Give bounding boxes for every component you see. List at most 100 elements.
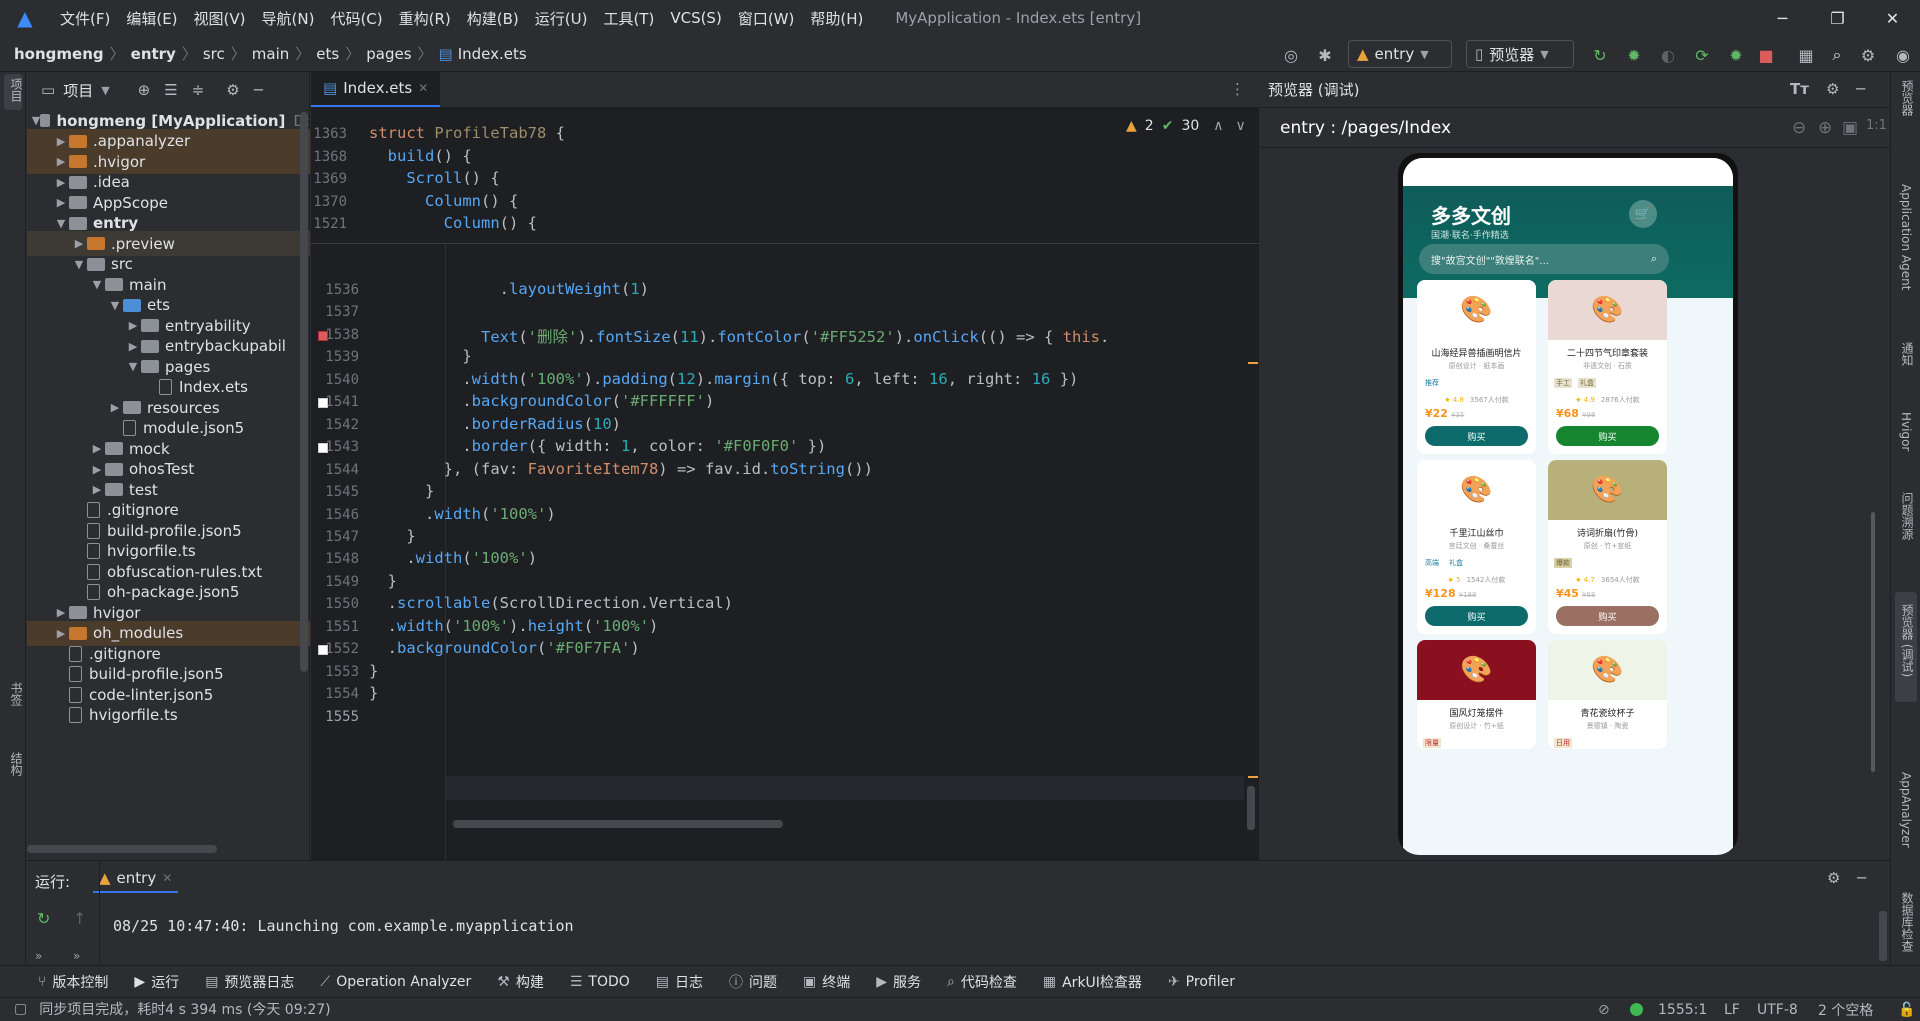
account-icon[interactable]: ◉ <box>1892 44 1914 66</box>
chevron-right-icon[interactable]: ▶ <box>89 463 105 476</box>
target-icon[interactable]: ◎ <box>1280 44 1302 66</box>
no-mode-icon[interactable]: ⊘ <box>1598 998 1610 1021</box>
code-line[interactable]: } <box>369 572 397 590</box>
tool-terminal[interactable]: ▣ 终端 <box>803 972 850 992</box>
sticky-code-line[interactable]: Scroll() { <box>369 169 499 187</box>
breadcrumb-item[interactable]: src <box>203 45 225 63</box>
settings-gear-icon[interactable]: ⚙ <box>1827 869 1840 887</box>
tool-log[interactable]: ▤ 日志 <box>656 972 703 992</box>
more-tabs-icon[interactable]: ⋮ <box>1230 80 1245 98</box>
menu-refactor[interactable]: 重构(R) <box>391 8 459 29</box>
code-line[interactable]: .layoutWeight(1) <box>369 280 649 298</box>
tool-run[interactable]: ▶ 运行 <box>134 972 179 992</box>
locate-icon[interactable]: ⊕ <box>138 81 151 99</box>
code-line[interactable]: .width('100%') <box>369 549 537 567</box>
chevron-right-icon[interactable]: ▶ <box>125 340 141 353</box>
project-panel-title[interactable]: 项目 <box>63 80 93 101</box>
tool-previewer-debug[interactable]: 预览器 (调试) <box>1899 604 1916 677</box>
arrow-up-icon[interactable]: ↑ <box>73 909 86 928</box>
color-swatch-icon[interactable] <box>318 398 328 409</box>
menu-build[interactable]: 构建(B) <box>459 8 527 29</box>
code-line[interactable]: .width('100%').padding(12).margin({ top:… <box>369 370 1078 388</box>
chevron-right-icon[interactable]: ▶ <box>53 606 69 619</box>
fit-screen-icon[interactable]: ▣ <box>1842 118 1858 138</box>
tool-code-inspection[interactable]: ⌕ 代码检查 <box>947 972 1017 992</box>
settings-gear-icon[interactable]: ⚙ <box>1826 80 1839 98</box>
attach-debugger-icon[interactable]: ✹ <box>1725 44 1747 66</box>
sticky-code-line[interactable]: Column() { <box>369 192 518 210</box>
previewer-scrollbar[interactable] <box>1871 512 1875 772</box>
breadcrumb-item[interactable]: main <box>252 45 289 63</box>
breadcrumb-item[interactable]: entry <box>131 45 176 63</box>
hide-panel-icon[interactable]: ─ <box>254 81 263 99</box>
sticky-code-line[interactable]: Column() { <box>369 214 537 232</box>
menu-run[interactable]: 运行(U) <box>527 8 596 29</box>
code-line[interactable]: } <box>369 527 415 545</box>
menu-tools[interactable]: 工具(T) <box>595 8 662 29</box>
chevron-right-icon[interactable]: ▶ <box>107 401 123 414</box>
close-window-button[interactable]: ✕ <box>1865 0 1920 36</box>
tool-problems[interactable]: ⓘ 问题 <box>729 972 777 992</box>
tool-build[interactable]: ⚒ 构建 <box>497 972 544 992</box>
structure-tool-label[interactable]: 结构 <box>8 752 25 776</box>
tool-operation-analyzer[interactable]: ⟋ Operation Analyzer <box>320 974 471 990</box>
tab-index-ets[interactable]: ▤ Index.ets ✕ <box>311 71 441 107</box>
breadcrumb-item[interactable]: hongmeng <box>14 45 104 63</box>
expand-all-icon[interactable]: ☰ <box>164 81 177 99</box>
collapse-all-icon[interactable]: ≑ <box>192 81 205 99</box>
bookmarks-tool-label[interactable]: 书签 <box>8 682 25 706</box>
tool-problem-trace[interactable]: 问题溯源 <box>1899 492 1916 540</box>
maximize-button[interactable]: ❐ <box>1810 0 1865 36</box>
product-card[interactable]: 🎨 国风灯笼摆件 原创设计 · 竹+纸 限量 <box>1417 640 1536 749</box>
code-line[interactable]: Text('删除').fontSize(11).fontColor('#FF52… <box>369 325 1109 347</box>
menu-edit[interactable]: 编辑(E) <box>118 8 185 29</box>
caret-position[interactable]: 1555:1 <box>1658 998 1707 1021</box>
actual-size-icon[interactable]: 1:1 <box>1866 118 1887 133</box>
rerun-icon[interactable]: ↻ <box>1589 44 1611 66</box>
product-card[interactable]: 🎨 诗词折扇(竹骨) 原创 · 竹+宣纸 爆款 ★ 4.7 3654人付款 ¥45 ¥68 购买 <box>1548 460 1667 634</box>
close-tab-icon[interactable]: ✕ <box>418 81 428 95</box>
tool-application-agent[interactable]: Application Agent <box>1899 184 1913 290</box>
project-structure-icon[interactable]: ▦ <box>1795 44 1817 66</box>
chevron-right-icon[interactable]: ▶ <box>71 237 87 250</box>
warning-marker[interactable] <box>1248 362 1258 364</box>
menu-window[interactable]: 窗口(W) <box>730 8 803 29</box>
chevron-down-icon[interactable]: ▼ <box>31 114 40 127</box>
chevron-right-icon[interactable]: ▶ <box>89 442 105 455</box>
code-line[interactable]: .scrollable(ScrollDirection.Vertical) <box>369 594 733 612</box>
indent-setting[interactable]: 2 个空格 <box>1818 998 1873 1021</box>
search-icon[interactable]: ⌕ <box>1826 44 1848 66</box>
code-line[interactable]: .borderRadius(10) <box>369 415 621 433</box>
tool-todo[interactable]: ☰ TODO <box>570 974 630 990</box>
tool-profiler[interactable]: ✈ Profiler <box>1168 974 1235 990</box>
editor-vscrollbar[interactable] <box>1247 786 1255 830</box>
text-size-icon[interactable]: Tт <box>1790 80 1809 98</box>
sticky-code-line[interactable]: struct ProfileTab78 { <box>369 124 565 142</box>
chevron-down-icon[interactable]: ▼ <box>107 299 123 312</box>
color-swatch-icon[interactable] <box>318 443 328 454</box>
line-separator[interactable]: LF <box>1724 998 1740 1021</box>
product-card[interactable]: 🎨 千里江山丝巾 宫廷文创 · 桑蚕丝 高端 礼盒 ★ 5 1542人付款 ¥128 ¥188 购… <box>1417 460 1536 634</box>
code-line[interactable]: } <box>369 684 378 702</box>
sticky-code-line[interactable]: build() { <box>369 147 472 165</box>
run-scrollbar[interactable] <box>1879 911 1887 961</box>
menu-view[interactable]: 视图(V) <box>186 8 254 29</box>
code-line[interactable]: } <box>369 482 434 500</box>
tool-notifications[interactable]: 通知 <box>1899 342 1916 366</box>
profile-icon[interactable]: ◐ <box>1657 44 1679 66</box>
phone-screen[interactable]: 多多文创 国潮·联名·手作精选 🛒 搜"故宫文创""敦煌联名"... ⌕ 🎨 山海… <box>1403 158 1733 855</box>
hide-panel-icon[interactable]: ─ <box>1857 869 1866 887</box>
debug-bug-icon[interactable]: ✱ <box>1314 44 1336 66</box>
chevron-down-icon[interactable]: ▼ <box>125 360 141 373</box>
hide-panel-icon[interactable]: ─ <box>1856 80 1865 98</box>
code-line[interactable]: .backgroundColor('#FFFFFF') <box>369 392 714 410</box>
status-indicator[interactable] <box>1630 998 1643 1021</box>
tool-hvigor[interactable]: Hvigor <box>1899 412 1913 451</box>
chevron-right-icon[interactable]: ▶ <box>125 319 141 332</box>
cart-icon[interactable]: 🛒 <box>1629 200 1657 228</box>
product-card[interactable]: 🎨 山海经异兽插画明信片 原创设计 · 纸本画 推荐 ★ 4.8 3567人付款 ¥22 ¥3… <box>1417 280 1536 454</box>
tool-services[interactable]: ▶ 服务 <box>876 972 921 992</box>
chevron-up-icon[interactable]: ∧ <box>1213 118 1223 134</box>
chevron-right-icon[interactable]: ▶ <box>53 155 69 168</box>
close-tab-icon[interactable]: ✕ <box>162 871 172 885</box>
